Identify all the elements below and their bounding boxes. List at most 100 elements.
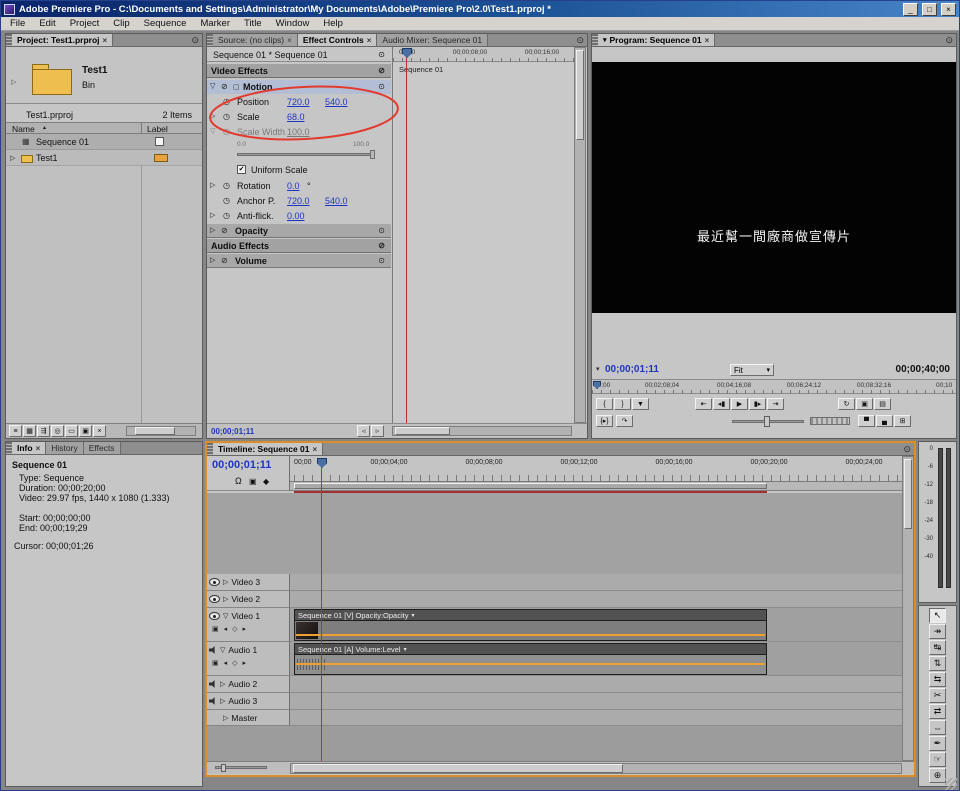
icon-view-button[interactable]: ▦ [23, 425, 36, 437]
project-horizontal-scrollbar[interactable] [126, 426, 196, 436]
set-display-style-icon[interactable]: ▣ [212, 659, 219, 667]
scrollbar-thumb[interactable] [395, 427, 450, 435]
effects-section-icon[interactable]: ⊘ [378, 241, 385, 250]
rolling-edit-tool[interactable]: ⇅ [929, 656, 946, 671]
zoom-level-dropdown[interactable]: Fit ▾ [730, 364, 774, 376]
column-name[interactable]: Name [12, 124, 35, 134]
output-button[interactable]: ▤ [874, 398, 891, 410]
close-button[interactable]: × [941, 3, 956, 16]
menu-title[interactable]: Title [237, 18, 269, 29]
close-tab-icon[interactable]: × [705, 36, 710, 45]
tab-project[interactable]: Project: Test1.prproj × [12, 34, 113, 46]
scrollbar-thumb[interactable] [904, 459, 912, 529]
position-x-value[interactable]: 720.0 [287, 97, 310, 107]
razor-tool[interactable]: ✂ [929, 688, 946, 703]
video-clip-body[interactable] [294, 620, 767, 641]
step-forward-button[interactable]: ▮▸ [749, 398, 766, 410]
automate-to-sequence-button[interactable]: ⇶ [37, 425, 50, 437]
step-back-button[interactable]: ◂▮ [713, 398, 730, 410]
list-item-sequence[interactable]: ▦ Sequence 01 [6, 134, 202, 150]
tab-effects[interactable]: Effects [84, 442, 121, 454]
rate-stretch-tool[interactable]: ⇆ [929, 672, 946, 687]
expand-param-icon[interactable]: ▷ [210, 211, 215, 219]
scrollbar-thumb[interactable] [576, 50, 584, 140]
selection-tool[interactable]: ↖ [929, 608, 946, 623]
show-hide-keyframes-icon[interactable]: ⊙ [378, 50, 385, 59]
safe-margins-button[interactable]: ▣ [856, 398, 873, 410]
menu-window[interactable]: Window [269, 18, 317, 29]
close-tab-icon[interactable]: × [287, 36, 292, 45]
tab-effect-controls[interactable]: Effect Controls × [298, 34, 378, 46]
track-lane-video2[interactable] [290, 591, 902, 608]
menu-marker[interactable]: Marker [193, 18, 237, 29]
add-keyframe-icon[interactable]: ◇ [232, 659, 237, 667]
play-in-to-out-button[interactable]: {▸} [596, 415, 613, 427]
menu-edit[interactable]: Edit [32, 18, 62, 29]
track-lane-video3[interactable] [290, 574, 902, 591]
panel-menu-button[interactable]: ⊙ [942, 34, 956, 46]
trim-button[interactable]: ⊞ [894, 415, 911, 427]
uniform-scale-checkbox[interactable]: ✔ [237, 165, 246, 174]
jog-disk[interactable] [810, 417, 850, 425]
video-clip-title-bar[interactable]: Sequence 01 [V] Opacity:Opacity ▾ [294, 609, 767, 620]
rotation-value[interactable]: 0.0 [287, 181, 300, 191]
scale-value[interactable]: 68.0 [287, 112, 305, 122]
tab-source[interactable]: Source: (no clips) × [213, 34, 298, 46]
collapse-param-icon[interactable]: ▽ [210, 127, 215, 135]
close-tab-icon[interactable]: × [313, 445, 318, 454]
effect-toggle-icon[interactable]: ⊘ [221, 226, 228, 235]
slider-track[interactable] [237, 153, 375, 156]
expand-track-icon[interactable]: ▷ [220, 680, 225, 688]
toggle-animation-icon[interactable]: ◷ [223, 211, 230, 220]
tab-program[interactable]: ▾ Program: Sequence 01 × [598, 34, 715, 46]
play-button[interactable]: ▶ [731, 398, 748, 410]
label-checkbox[interactable] [155, 137, 164, 146]
effect-timeline-ruler[interactable]: 00;00 00;00;08;00 00;00;16;00 [393, 47, 575, 62]
expand-track-icon[interactable]: ▷ [223, 714, 228, 722]
panel-menu-button[interactable]: ⊙ [573, 34, 587, 46]
reset-effect-icon[interactable]: ⊙ [378, 256, 385, 265]
antiflicker-value[interactable]: 0.00 [287, 211, 305, 221]
toggle-animation-icon[interactable]: ◷ [223, 181, 230, 190]
ripple-edit-tool[interactable]: ↹ [929, 640, 946, 655]
panel-menu-button[interactable]: ⊙ [900, 443, 914, 455]
reset-effect-icon[interactable]: ⊙ [378, 82, 385, 91]
anchor-y-value[interactable]: 540.0 [325, 196, 348, 206]
maximize-button[interactable]: □ [922, 3, 937, 16]
expand-bin-icon[interactable]: ▷ [10, 154, 15, 162]
close-tab-icon[interactable]: × [367, 36, 372, 45]
scrollbar-thumb[interactable] [135, 427, 175, 435]
slide-tool[interactable]: ⇔ [929, 720, 946, 735]
timecode-chevron-icon[interactable]: ▾ [596, 365, 600, 373]
collapse-effect-icon[interactable]: ▽ [210, 82, 215, 90]
speaker-icon[interactable] [209, 680, 217, 688]
track-lane-audio2[interactable] [290, 676, 902, 693]
hand-tool[interactable]: ☞ [929, 752, 946, 767]
set-display-style-icon[interactable]: ▣ [249, 477, 257, 486]
zoom-in-button[interactable]: ▹ [371, 425, 384, 437]
close-tab-icon[interactable]: × [36, 444, 41, 453]
extract-button[interactable]: ▄ [876, 415, 893, 427]
loop-button[interactable]: ↻ [838, 398, 855, 410]
menu-sequence[interactable]: Sequence [137, 18, 194, 29]
expand-track-icon[interactable]: ▷ [223, 578, 228, 586]
menu-file[interactable]: File [3, 18, 32, 29]
column-label[interactable]: Label [147, 124, 168, 134]
set-display-style-icon[interactable]: ▣ [212, 625, 219, 633]
tab-info[interactable]: Info × [12, 442, 46, 454]
volume-rubber-band[interactable] [296, 663, 765, 665]
reset-effect-icon[interactable]: ⊙ [378, 226, 385, 235]
go-to-in-button[interactable]: ⇤ [695, 398, 712, 410]
effect-current-timecode[interactable]: 00;00;01;11 [211, 427, 254, 436]
list-item-bin[interactable]: ▷ Test1 [6, 150, 202, 166]
effect-vertical-scrollbar[interactable] [574, 47, 586, 423]
sort-ascending-icon[interactable]: ▲ [42, 125, 47, 131]
add-keyframe-icon[interactable]: ◇ [232, 625, 237, 633]
effect-horizontal-scrollbar[interactable] [392, 426, 572, 436]
opacity-effect-row[interactable]: ▷ ⊘ Opacity ⊙ [207, 224, 391, 238]
speaker-icon[interactable] [209, 697, 217, 705]
motion-effect-row[interactable]: ▽ ⊘ ▢ Motion ⊙ [207, 80, 391, 94]
collapse-track-icon[interactable]: ▽ [220, 646, 225, 654]
go-to-out-button[interactable]: ⇥ [767, 398, 784, 410]
position-y-value[interactable]: 540.0 [325, 97, 348, 107]
